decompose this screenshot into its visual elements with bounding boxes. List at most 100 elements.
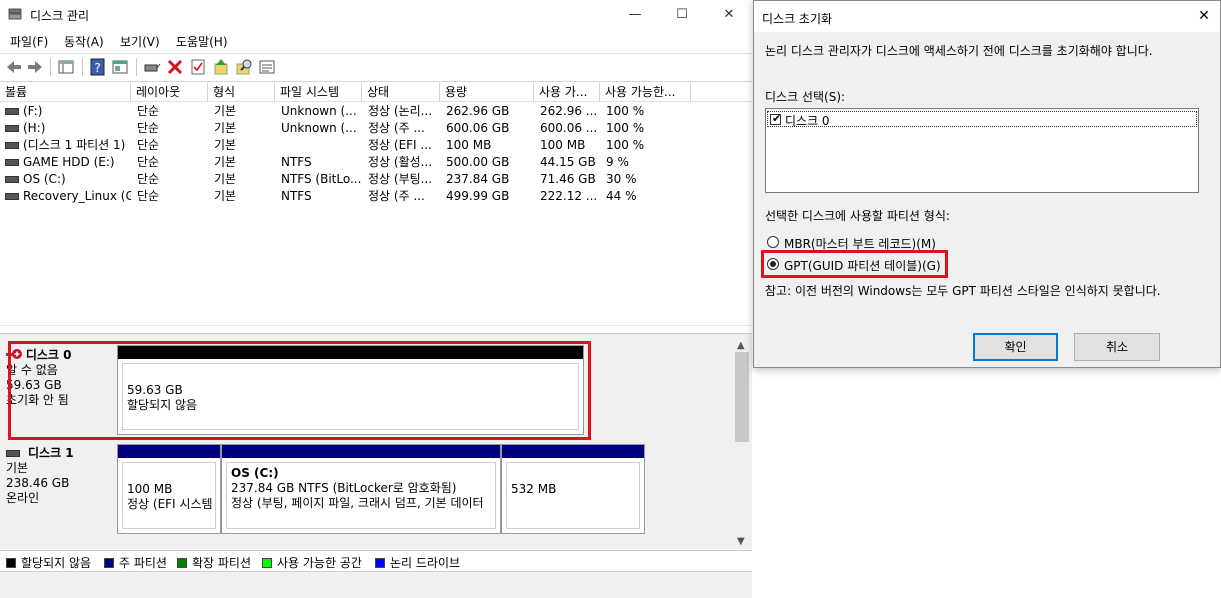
disk-1-type: 기본 (6, 461, 29, 475)
volume-free-space: 44.15 GB (540, 155, 596, 169)
volume-row[interactable]: (디스크 1 파티션 1) 단순 기본 정상 (EFI ... 100 MB 1… (0, 137, 752, 154)
volume-status: 정상 (주 ... (368, 121, 425, 135)
volume-capacity: 100 MB (446, 138, 492, 152)
column-header-percent-free[interactable]: 사용 가능한... (600, 83, 691, 101)
dialog-title-bar: 디스크 초기화 ✕ (754, 1, 1220, 32)
partition-size: 100 MB (127, 482, 173, 496)
volume-type: 기본 (214, 172, 237, 186)
scroll-down-icon[interactable]: ▼ (737, 536, 745, 547)
volume-capacity: 237.84 GB (446, 172, 510, 186)
volume-free-space: 100 MB (540, 138, 586, 152)
volume-row[interactable]: (F:) 단순 기본 Unknown (... 정상 (논리... 262.96… (0, 103, 752, 120)
forward-icon[interactable] (26, 58, 44, 76)
volume-status: 정상 (EFI ... (368, 138, 432, 152)
drive-icon (5, 108, 19, 115)
volume-free-space: 262.96 ... (540, 104, 598, 118)
search-icon[interactable] (235, 58, 253, 76)
toolbar: ? (0, 53, 752, 82)
volume-row[interactable]: (H:) 단순 기본 Unknown (... 정상 (주 ... 600.06… (0, 120, 752, 137)
disk-checkbox[interactable]: ✔ (770, 112, 781, 125)
volume-list-header: 볼륨 레이아웃 형식 파일 시스템 상태 용량 사용 가... 사용 가능한..… (0, 83, 752, 102)
window-title: 디스크 관리 (30, 9, 90, 23)
partition-style-label: 선택한 디스크에 사용할 파티션 형식: (765, 209, 950, 223)
drive-icon (5, 125, 19, 132)
menu-action[interactable]: 동작(A) (64, 33, 104, 50)
menu-help[interactable]: 도움말(H) (176, 33, 228, 50)
disk-1-partition-recovery[interactable]: 532 MB (501, 444, 645, 534)
disk-1-info[interactable]: 디스크 1 기본 238.46 GB 온라인 (6, 446, 114, 534)
volume-file-system: Unknown (... (281, 121, 357, 135)
partition-status: 정상 (EFI 시스템 (127, 497, 213, 511)
volume-layout: 단순 (137, 104, 160, 118)
delete-icon[interactable] (166, 58, 184, 76)
menu-file[interactable]: 파일(F) (10, 33, 48, 50)
menu-view[interactable]: 보기(V) (120, 33, 160, 50)
legend-extended-partition: 확장 파티션 (177, 554, 251, 571)
volume-type: 기본 (214, 104, 237, 118)
connect-icon[interactable] (143, 58, 161, 76)
disk-list-item[interactable]: ✔ 디스크 0 (767, 111, 1197, 128)
dialog-close-button[interactable]: ✕ (1188, 1, 1220, 32)
disk-1-name: 디스크 1 (28, 446, 74, 460)
drive-icon (5, 176, 19, 183)
disk-1-status: 온라인 (6, 491, 40, 505)
disk-1-partition-efi[interactable]: 100 MB 정상 (EFI 시스템 (117, 444, 221, 534)
cancel-button[interactable]: 취소 (1074, 333, 1160, 361)
volume-type: 기본 (214, 155, 237, 169)
legend-free-space: 사용 가능한 공간 (262, 554, 362, 571)
toolbar-separator (136, 58, 137, 76)
gpt-highlight-box (761, 250, 948, 278)
svg-text:?: ? (94, 61, 100, 75)
volume-name: Recovery_Linux (G:) (23, 189, 131, 203)
dialog-title: 디스크 초기화 (762, 12, 833, 26)
ok-button[interactable]: 확인 (973, 333, 1058, 361)
minimize-button[interactable]: — (612, 0, 658, 30)
legend: 할당되지 않음 주 파티션 확장 파티션 사용 가능한 공간 논리 드라이브 (0, 550, 752, 571)
volume-status: 정상 (주 ... (368, 189, 425, 203)
details-icon[interactable] (258, 58, 276, 76)
help-icon[interactable]: ? (89, 58, 107, 76)
column-header-status[interactable]: 상태 (362, 83, 440, 101)
properties-icon[interactable] (111, 58, 129, 76)
volume-percent-free: 100 % (606, 121, 645, 135)
volume-percent-free: 100 % (606, 138, 645, 152)
back-icon[interactable] (5, 58, 23, 76)
volume-file-system (275, 137, 362, 154)
volume-file-system: NTFS (BitLo... (281, 172, 362, 186)
volume-capacity: 500.00 GB (446, 155, 510, 169)
scroll-up-icon[interactable]: ▲ (737, 340, 745, 351)
volume-percent-free: 30 % (606, 172, 637, 186)
volume-free-space: 600.06 ... (540, 121, 598, 135)
column-header-capacity[interactable]: 용량 (440, 83, 534, 101)
column-header-type[interactable]: 형식 (208, 83, 275, 101)
disk-select-list[interactable]: ✔ 디스크 0 (765, 108, 1199, 193)
column-header-free-space[interactable]: 사용 가... (534, 83, 600, 101)
title-bar: 디스크 관리 — ☐ ✕ (0, 0, 752, 30)
volume-row[interactable]: OS (C:) 단순 기본 NTFS (BitLo... 정상 (부팅... 2… (0, 171, 752, 188)
volume-percent-free: 100 % (606, 104, 645, 118)
maximize-button[interactable]: ☐ (659, 0, 705, 30)
column-header-layout[interactable]: 레이아웃 (131, 83, 208, 101)
volume-row[interactable]: GAME HDD (E:) 단순 기본 NTFS 정상 (활성... 500.0… (0, 154, 752, 171)
disk-1-partition-os[interactable]: OS (C:) 237.84 GB NTFS (BitLocker로 암호화됨)… (221, 444, 501, 534)
column-header-file-system[interactable]: 파일 시스템 (275, 83, 362, 101)
volume-layout: 단순 (137, 138, 160, 152)
drive-icon (5, 142, 19, 149)
drive-icon (5, 193, 19, 200)
check-icon[interactable] (189, 58, 207, 76)
disk-management-app-icon (8, 8, 22, 20)
toolbar-separator (82, 58, 83, 76)
console-tree-icon[interactable] (57, 58, 75, 76)
mbr-radio[interactable] (767, 236, 779, 248)
column-header-volume[interactable]: 볼륨 (0, 83, 131, 101)
disk-select-label: 디스크 선택(S): (765, 90, 846, 104)
scrollbar-thumb[interactable] (735, 352, 749, 442)
close-button[interactable]: ✕ (706, 0, 752, 30)
up-icon[interactable] (212, 58, 230, 76)
volume-layout: 단순 (137, 172, 160, 186)
volume-capacity: 600.06 GB (446, 121, 510, 135)
volume-row[interactable]: Recovery_Linux (G:) 단순 기본 NTFS 정상 (주 ...… (0, 188, 752, 205)
disk-icon (6, 450, 20, 457)
partition-title: OS (C:) (231, 466, 279, 480)
primary-partition-bar (222, 445, 500, 458)
